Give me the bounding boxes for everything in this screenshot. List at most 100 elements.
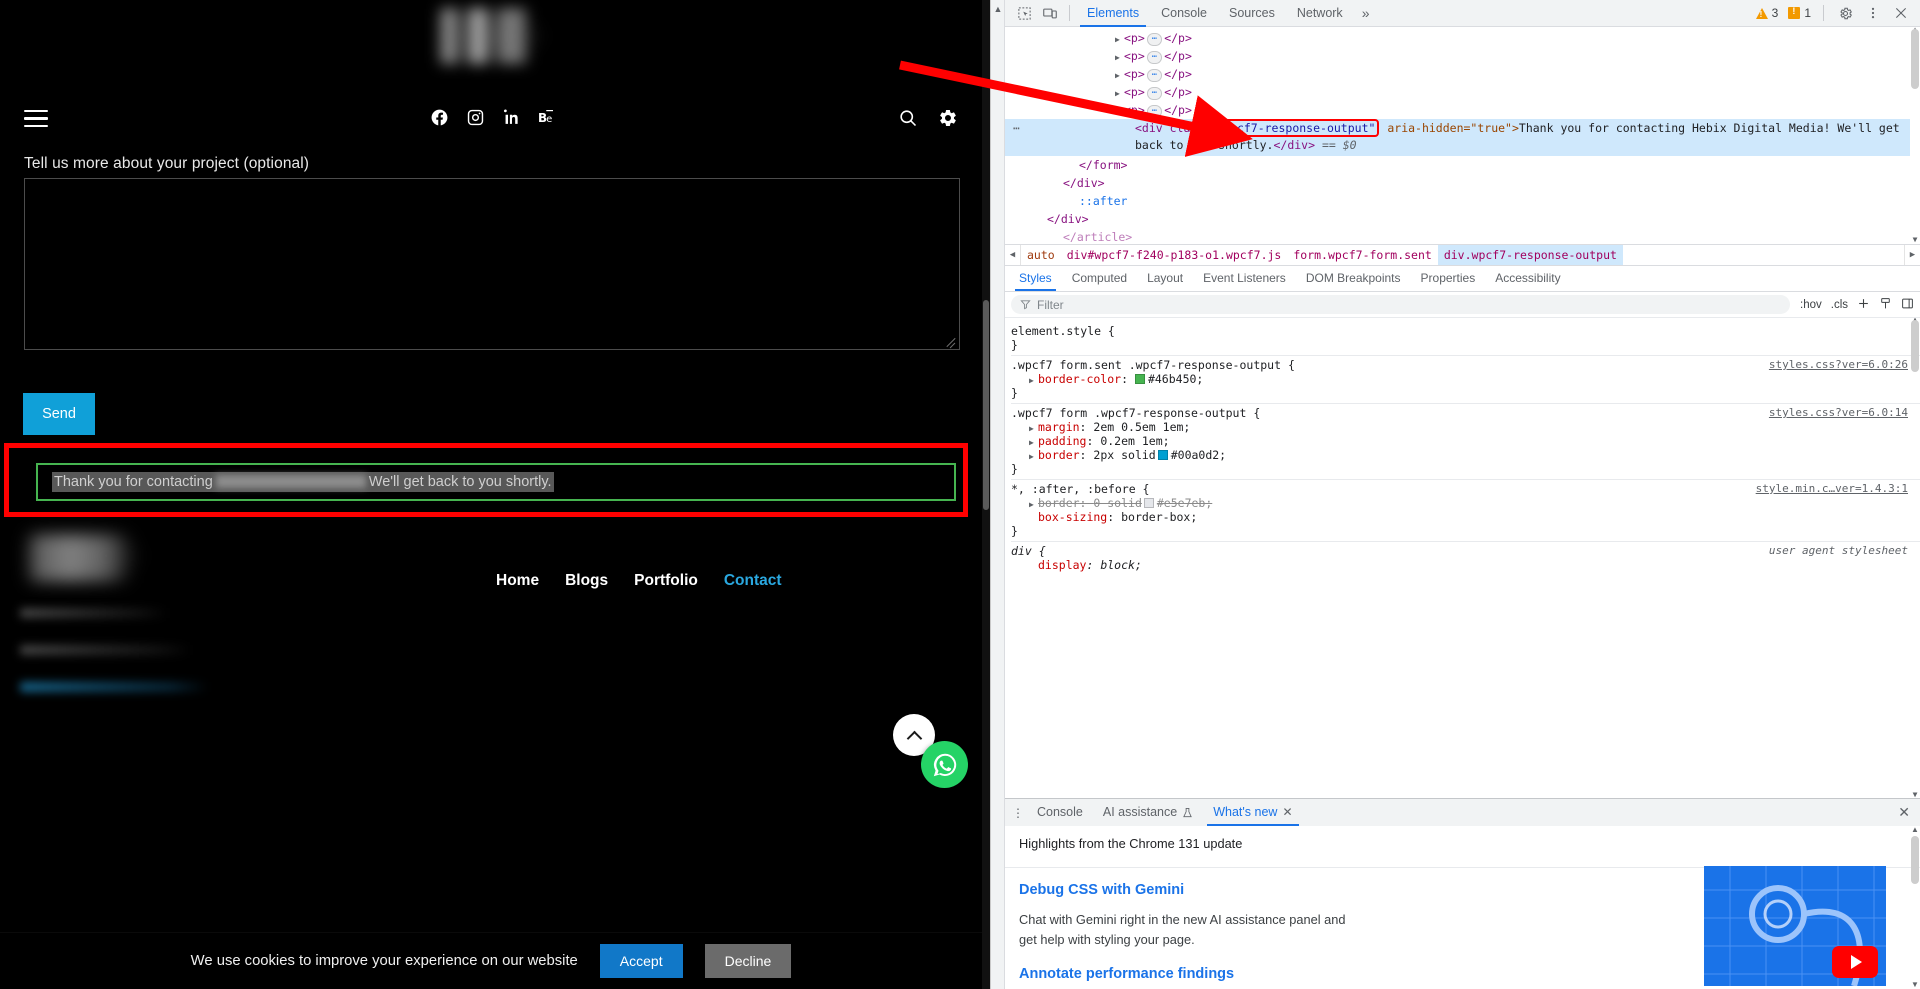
css-declaration[interactable]: ▶ margin: 2em 0.5em 1em; bbox=[1011, 420, 1920, 434]
expand-shorthand-icon[interactable]: ▶ bbox=[1029, 500, 1038, 509]
tab-console[interactable]: Console bbox=[1150, 0, 1218, 27]
more-options-icon[interactable] bbox=[1860, 1, 1886, 25]
expand-shorthand-icon[interactable]: ▶ bbox=[1029, 376, 1038, 385]
whats-new-panel[interactable]: Highlights from the Chrome 131 update De… bbox=[1005, 826, 1920, 989]
expand-shorthand-icon[interactable]: ▶ bbox=[1029, 438, 1038, 447]
footer-link-blogs[interactable]: Blogs bbox=[565, 572, 608, 590]
dom-row[interactable]: ▶ <p> ⋯ </p> bbox=[1005, 101, 1920, 119]
whatsapp-button[interactable] bbox=[921, 741, 968, 788]
textarea-resize-handle[interactable] bbox=[945, 335, 957, 347]
drawer-tab-console[interactable]: Console bbox=[1027, 799, 1093, 826]
device-toolbar-icon[interactable] bbox=[1037, 1, 1063, 25]
dom-row[interactable]: ▶ <p> ⋯ </p> bbox=[1005, 47, 1920, 65]
color-swatch[interactable] bbox=[1143, 498, 1154, 508]
scroll-down-icon[interactable]: ▼ bbox=[1911, 790, 1919, 798]
subtab-accessibility[interactable]: Accessibility bbox=[1485, 266, 1570, 291]
css-declaration-disabled[interactable]: ▶ border: 0 solid #e5e7eb; bbox=[1011, 496, 1920, 510]
rule-source-link[interactable]: styles.css?ver=6.0:14 bbox=[1769, 406, 1908, 419]
cookie-accept-button[interactable]: Accept bbox=[599, 944, 683, 978]
footer-link-home[interactable]: Home bbox=[496, 572, 539, 590]
youtube-play-icon[interactable] bbox=[1832, 946, 1878, 978]
behance-icon[interactable]: Be bbox=[538, 108, 559, 127]
css-declaration[interactable]: ▶ padding: 0.2em 1em; bbox=[1011, 434, 1920, 448]
breadcrumb-item-response-output[interactable]: div.wpcf7-response-output bbox=[1437, 245, 1623, 265]
toggle-hover-state-button[interactable]: :hov bbox=[1800, 299, 1822, 311]
search-icon[interactable] bbox=[898, 108, 918, 128]
rule-source-link[interactable]: styles.css?ver=6.0:26 bbox=[1769, 358, 1908, 371]
style-rule-universal[interactable]: *, :after, :before { style.min.c…ver=1.4… bbox=[1011, 480, 1920, 542]
close-icon[interactable] bbox=[1888, 1, 1914, 25]
dom-row[interactable]: </form> bbox=[1005, 156, 1920, 174]
dom-row[interactable]: </div> bbox=[1005, 174, 1920, 192]
breadcrumb-scroll-left-icon[interactable]: ◀ bbox=[1005, 245, 1021, 265]
tab-network[interactable]: Network bbox=[1286, 0, 1354, 27]
collapsed-content-icon[interactable]: ⋯ bbox=[1146, 69, 1163, 82]
breadcrumb-item-form[interactable]: form.wpcf7-form.sent bbox=[1287, 245, 1437, 265]
subtab-styles[interactable]: Styles bbox=[1009, 266, 1062, 291]
node-ellipsis-icon[interactable]: ⋯ bbox=[1013, 121, 1021, 135]
whats-new-video-thumbnail[interactable] bbox=[1704, 866, 1886, 986]
gear-icon[interactable] bbox=[1832, 1, 1858, 25]
plus-icon[interactable] bbox=[1857, 297, 1870, 313]
dom-row-pseudo[interactable]: ::after bbox=[1005, 192, 1920, 210]
css-declaration[interactable]: ▶ border-color: #46b450; bbox=[1011, 372, 1920, 386]
warning-badge[interactable]: 3 bbox=[1752, 6, 1783, 20]
dom-tree-scrollbar[interactable]: ▲ ▼ bbox=[1910, 27, 1920, 244]
style-rule-user-agent-div[interactable]: div { user agent stylesheet display: blo… bbox=[1011, 542, 1920, 575]
color-swatch[interactable] bbox=[1157, 450, 1168, 460]
tab-sources[interactable]: Sources bbox=[1218, 0, 1286, 27]
breadcrumb-item-auto[interactable]: auto bbox=[1021, 245, 1061, 265]
scroll-down-icon[interactable]: ▼ bbox=[1911, 980, 1919, 989]
style-rule-element-style[interactable]: element.style { } bbox=[1011, 322, 1920, 356]
facebook-icon[interactable] bbox=[430, 108, 449, 127]
instagram-icon[interactable] bbox=[466, 108, 485, 127]
breadcrumb-scroll-right-icon[interactable]: ▶ bbox=[1904, 245, 1920, 265]
subtab-computed[interactable]: Computed bbox=[1062, 266, 1137, 291]
send-button[interactable]: Send bbox=[23, 393, 95, 435]
dom-row[interactable]: </div> bbox=[1005, 210, 1920, 228]
toggle-class-button[interactable]: .cls bbox=[1831, 299, 1848, 311]
rail-scroll-up-icon[interactable]: ▲ bbox=[993, 4, 1003, 14]
inspect-element-icon[interactable] bbox=[1011, 1, 1037, 25]
scroll-down-icon[interactable]: ▼ bbox=[1911, 235, 1919, 244]
project-details-textarea[interactable] bbox=[24, 178, 960, 350]
gear-icon[interactable] bbox=[938, 108, 958, 128]
drawer-tab-ai-assistance[interactable]: AI assistance bbox=[1093, 799, 1203, 826]
color-swatch[interactable] bbox=[1134, 374, 1145, 384]
subtab-layout[interactable]: Layout bbox=[1137, 266, 1193, 291]
linkedin-icon[interactable] bbox=[502, 108, 521, 127]
collapsed-content-icon[interactable]: ⋯ bbox=[1146, 51, 1163, 64]
style-rule-response-output[interactable]: .wpcf7 form .wpcf7-response-output { sty… bbox=[1011, 404, 1920, 480]
page-scrollbar[interactable] bbox=[982, 0, 990, 989]
style-rule-sent-response-output[interactable]: .wpcf7 form.sent .wpcf7-response-output … bbox=[1011, 356, 1920, 404]
footer-link-contact[interactable]: Contact bbox=[724, 572, 782, 590]
site-logo[interactable] bbox=[432, 8, 547, 64]
dom-row[interactable]: </article> bbox=[1005, 228, 1920, 244]
css-declaration[interactable]: ▶ border: 2px solid #00a0d2; bbox=[1011, 448, 1920, 462]
expand-shorthand-icon[interactable]: ▶ bbox=[1029, 452, 1038, 461]
close-drawer-icon[interactable]: ✕ bbox=[1898, 804, 1920, 821]
css-declaration[interactable]: box-sizing: border-box; bbox=[1011, 510, 1920, 524]
rule-source-link[interactable]: style.min.c…ver=1.4.3:1 bbox=[1756, 482, 1908, 495]
collapsed-content-icon[interactable]: ⋯ bbox=[1146, 33, 1163, 46]
toggle-sidebar-icon[interactable] bbox=[1901, 297, 1914, 313]
scroll-up-icon[interactable]: ▲ bbox=[1911, 826, 1919, 834]
styles-pane[interactable]: element.style { } .wpcf7 form.sent .wpcf… bbox=[1005, 318, 1920, 798]
collapsed-content-icon[interactable]: ⋯ bbox=[1146, 105, 1163, 118]
styles-filter-input[interactable]: Filter bbox=[1011, 295, 1790, 314]
footer-logo[interactable] bbox=[22, 534, 142, 582]
tabs-overflow-icon[interactable]: » bbox=[1354, 5, 1378, 21]
css-declaration[interactable]: display: block; bbox=[1011, 558, 1920, 572]
dom-row[interactable]: ▶ <p> ⋯ </p> bbox=[1005, 65, 1920, 83]
tab-elements[interactable]: Elements bbox=[1076, 0, 1150, 27]
styles-scrollbar[interactable]: ▲ ▼ bbox=[1910, 318, 1920, 798]
breadcrumb-item-wrapper-div[interactable]: div#wpcf7-f240-p183-o1.wpcf7.js bbox=[1061, 245, 1288, 265]
subtab-dom-breakpoints[interactable]: DOM Breakpoints bbox=[1296, 266, 1411, 291]
more-tools-icon[interactable]: ⋮ bbox=[1009, 806, 1027, 820]
close-tab-icon[interactable]: ✕ bbox=[1282, 799, 1292, 826]
collapsed-content-icon[interactable]: ⋯ bbox=[1146, 87, 1163, 100]
subtab-event-listeners[interactable]: Event Listeners bbox=[1193, 266, 1296, 291]
issue-badge[interactable]: 1 bbox=[1784, 6, 1815, 20]
cookie-decline-button[interactable]: Decline bbox=[704, 944, 792, 978]
expand-shorthand-icon[interactable]: ▶ bbox=[1029, 424, 1038, 433]
